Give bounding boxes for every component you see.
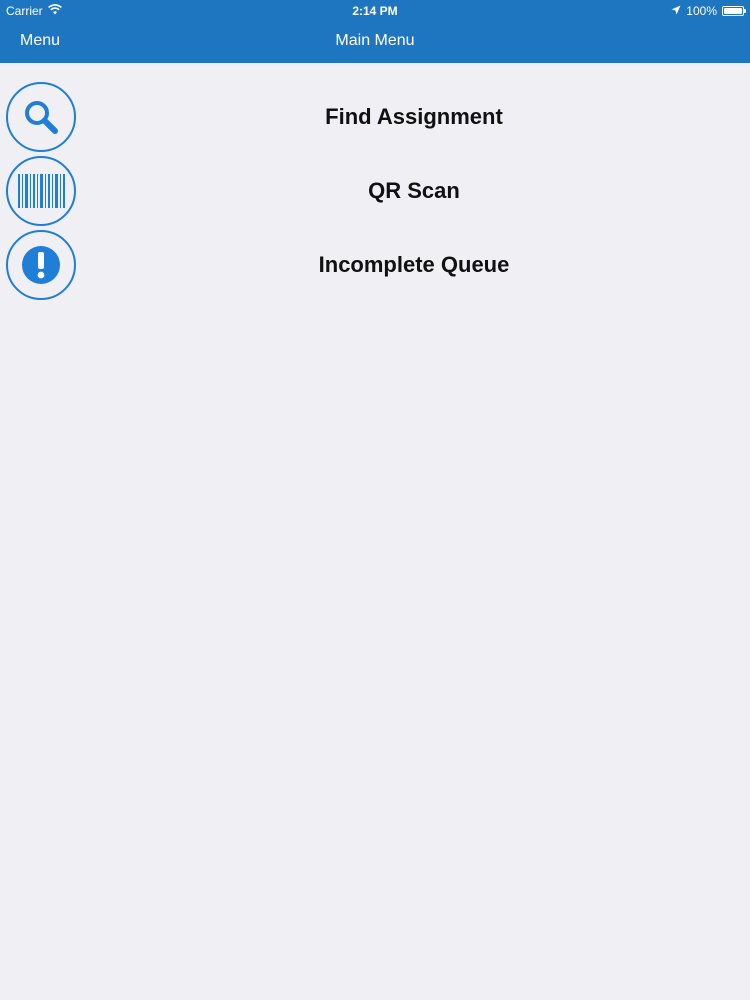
status-right-group: 100% [671, 4, 746, 18]
top-bar: Carrier 2:14 PM 100% Menu Main Menu [0, 0, 750, 63]
battery-fill [724, 8, 742, 14]
barcode-icon[interactable] [6, 156, 76, 226]
status-bar: Carrier 2:14 PM 100% [0, 0, 750, 22]
menu-item-label: Find Assignment [325, 104, 503, 129]
menu-item-qr-scan[interactable]: QR Scan [0, 154, 750, 228]
search-icon[interactable] [6, 82, 76, 152]
battery-percent: 100% [686, 4, 717, 18]
page-title: Main Menu [335, 32, 415, 49]
navigation-bar: Menu Main Menu [0, 22, 750, 63]
exclamation-icon[interactable] [6, 230, 76, 300]
menu-item-label: QR Scan [368, 178, 460, 203]
battery-icon [722, 6, 746, 16]
menu-item-incomplete-queue[interactable]: Incomplete Queue [0, 228, 750, 302]
menu-item-label: Incomplete Queue [318, 252, 510, 277]
status-time: 2:14 PM [352, 4, 398, 18]
main-menu-list: Find Assignment QR Scan Incomplete Queue [0, 80, 750, 302]
location-arrow-icon [671, 4, 681, 18]
menu-item-find-assignment[interactable]: Find Assignment [0, 80, 750, 154]
